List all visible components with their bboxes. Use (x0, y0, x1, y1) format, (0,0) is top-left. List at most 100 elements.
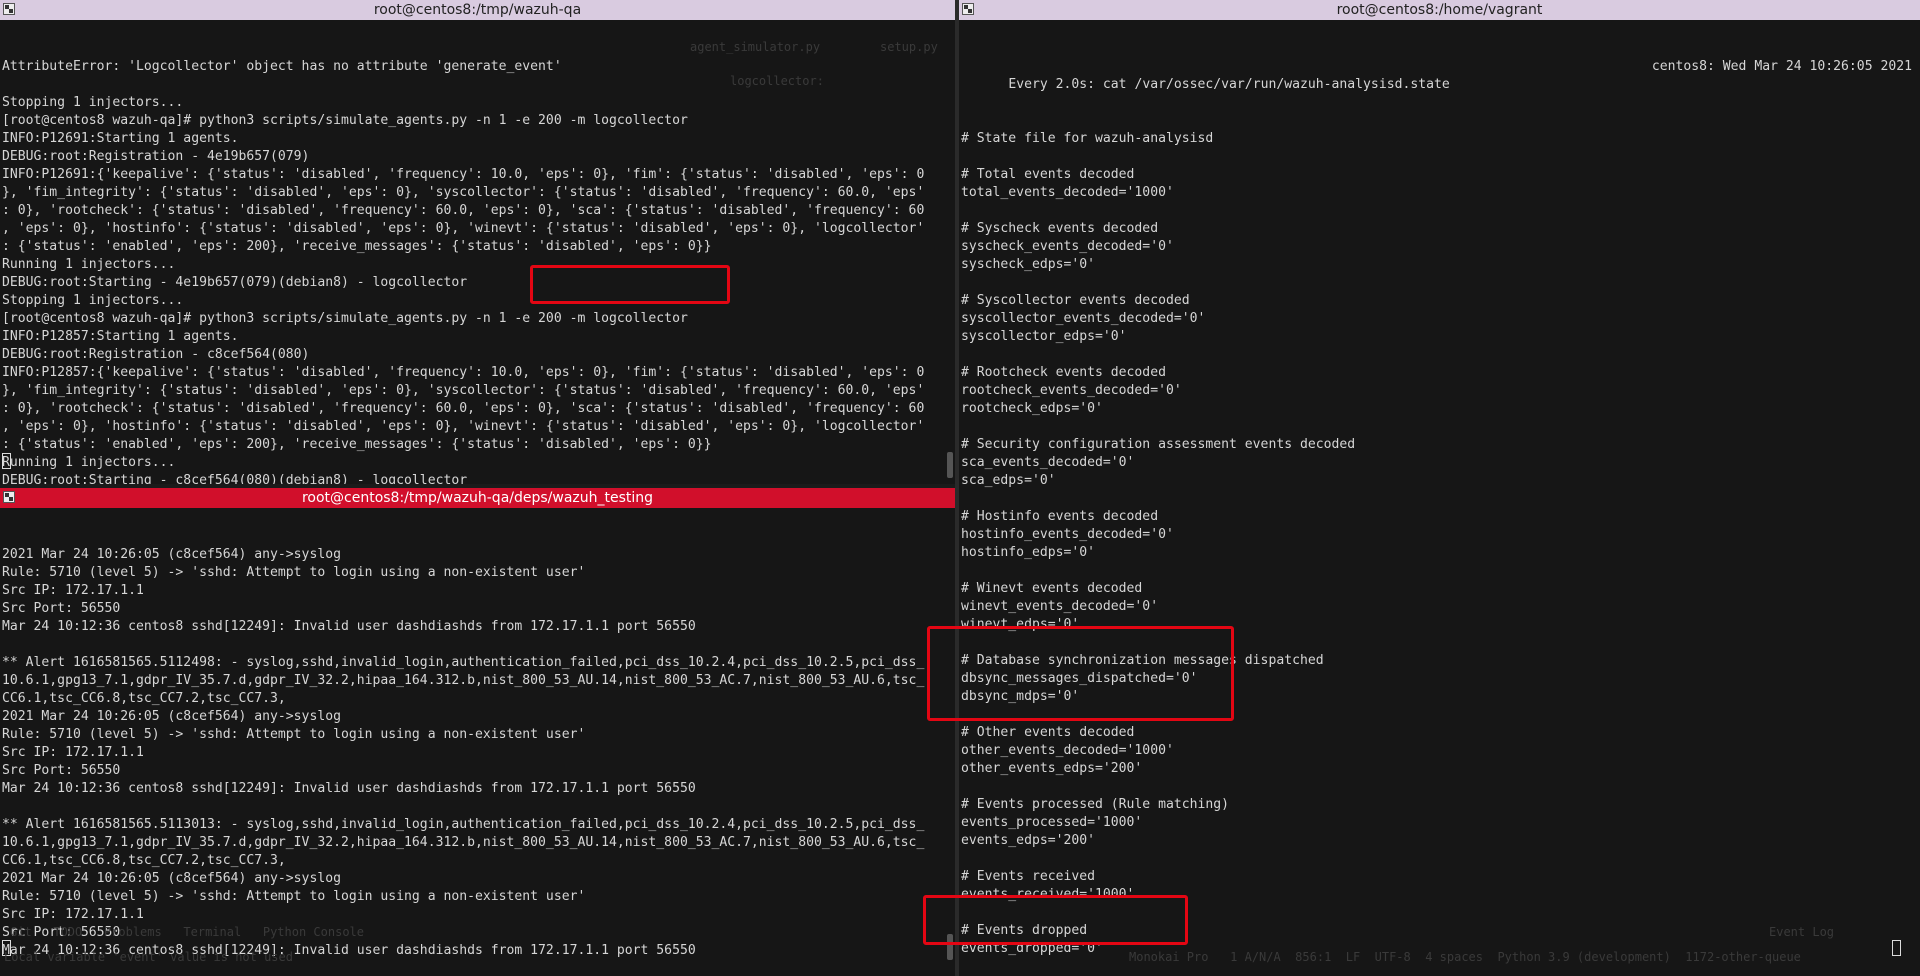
window-menu-icon[interactable] (962, 3, 974, 15)
terminal-titlebar[interactable]: root@centos8:/tmp/wazuh-qa (0, 0, 955, 20)
terminal-line: ** Alert 1616581565.5113013: - syslog,ss… (2, 817, 925, 832)
terminal-line: CC6.1,tsc_CC6.8,tsc_CC7.2,tsc_CC7.3, (2, 853, 286, 868)
terminal-line: rootcheck_events_decoded='0' (961, 383, 1182, 398)
terminal-line: # Rootcheck events decoded (961, 365, 1166, 380)
terminal-line: winevt_events_decoded='0' (961, 599, 1159, 614)
terminal-line: [root@centos8 wazuh-qa]# python3 scripts… (2, 311, 688, 326)
terminal-line: DEBUG:root:Starting - 4e19b657(079)(debi… (2, 275, 468, 290)
terminal-line: Running 1 injectors... (2, 257, 176, 272)
terminal-line: 2021 Mar 24 10:26:05 (c8cef564) any->sys… (2, 871, 341, 886)
background-editor-text: Local variable 'event' value is not used (4, 950, 293, 964)
terminal-right[interactable]: root@centos8:/home/vagrant Monokai Pro 1… (959, 0, 1920, 976)
terminal-line: Rule: 5710 (level 5) -> 'sshd: Attempt t… (2, 565, 586, 580)
terminal-line: : {'status': 'enabled', 'eps': 200}, 're… (2, 239, 712, 254)
terminal-line: other_events_edps='200' (961, 761, 1143, 776)
terminal-line: sca_edps='0' (961, 473, 1056, 488)
terminal-line: Rule: 5710 (level 5) -> 'sshd: Attempt t… (2, 727, 586, 742)
terminal-line: # Syscheck events decoded (961, 221, 1159, 236)
terminal-line: INFO:P12691:Starting 1 agents. (2, 131, 239, 146)
terminal-line: DEBUG:root:Registration - c8cef564(080) (2, 347, 310, 362)
terminal-line: hostinfo_events_decoded='0' (961, 527, 1174, 542)
terminal-titlebar[interactable]: root@centos8:/tmp/wazuh-qa/deps/wazuh_te… (0, 488, 955, 508)
terminal-title: root@centos8:/home/vagrant (1336, 2, 1543, 18)
highlight-eps-arg (530, 265, 730, 304)
terminal-line: CC6.1,tsc_CC6.8,tsc_CC7.2,tsc_CC7.3, (2, 691, 286, 706)
terminal-top-left[interactable]: root@centos8:/tmp/wazuh-qa AttributeErro… (0, 0, 955, 484)
terminal-line: Src Port: 56550 (2, 601, 121, 616)
terminal-line: total_events_decoded='1000' (961, 185, 1174, 200)
terminal-line: # Security configuration assessment even… (961, 437, 1356, 452)
terminal-line: # Events processed (Rule matching) (961, 797, 1230, 812)
highlight-alerts-written (923, 895, 1188, 945)
terminal-line: 2021 Mar 24 10:26:05 (c8cef564) any->sys… (2, 709, 341, 724)
terminal-line: Src IP: 172.17.1.1 (2, 583, 144, 598)
terminal-cursor (1892, 940, 1901, 956)
terminal-line: ** Alert 1616581565.5112498: - syslog,ss… (2, 655, 925, 670)
terminal-line: # Other events decoded (961, 725, 1135, 740)
terminal-line: rootcheck_edps='0' (961, 401, 1103, 416)
background-editor-text: Git TODO Problems Terminal Python Consol… (10, 925, 365, 939)
terminal-output[interactable]: Every 2.0s: cat /var/ossec/var/run/wazuh… (959, 20, 1920, 976)
terminal-line: Running 1 injectors... (2, 455, 176, 470)
terminal-line: [root@centos8 wazuh-qa]# python3 scripts… (2, 113, 688, 128)
window-menu-icon[interactable] (3, 3, 15, 15)
background-editor-tab: agent_simulator.py (690, 40, 821, 54)
terminal-output[interactable]: AttributeError: 'Logcollector' object ha… (0, 20, 955, 484)
terminal-output[interactable]: 2021 Mar 24 10:26:05 (c8cef564) any->sys… (0, 508, 955, 976)
highlight-other-events (927, 626, 1234, 721)
terminal-line: 10.6.1,gpg13_7.1,gdpr_IV_35.7.d,gdpr_IV_… (2, 673, 925, 688)
terminal-line: sca_events_decoded='0' (961, 455, 1135, 470)
terminal-line: DEBUG:root:Registration - 4e19b657(079) (2, 149, 310, 164)
terminal-line: syscollector_edps='0' (961, 329, 1127, 344)
terminal-line: hostinfo_edps='0' (961, 545, 1096, 560)
terminal-line: Src IP: 172.17.1.1 (2, 907, 144, 922)
terminal-line: other_events_decoded='1000' (961, 743, 1174, 758)
terminal-line: DEBUG:root:Starting - c8cef564(080)(debi… (2, 473, 468, 484)
terminal-line: 2021 Mar 24 10:26:05 (c8cef564) any->sys… (2, 547, 341, 562)
terminal-line: # Syscollector events decoded (961, 293, 1190, 308)
terminal-title: root@centos8:/tmp/wazuh-qa/deps/wazuh_te… (301, 490, 654, 506)
terminal-line: 10.6.1,gpg13_7.1,gdpr_IV_35.7.d,gdpr_IV_… (2, 835, 925, 850)
terminal-line: Mar 24 10:12:36 centos8 sshd[12249]: Inv… (2, 619, 696, 634)
terminal-line: # Events received (961, 869, 1096, 884)
terminal-line: # Winevt events decoded (961, 581, 1143, 596)
terminal-line: # Hostinfo events decoded (961, 509, 1159, 524)
terminal-line: events_edps='200' (961, 833, 1096, 848)
terminal-line: , 'eps': 0}, 'hostinfo': {'status': 'dis… (2, 419, 925, 434)
terminal-line: syscollector_events_decoded='0' (961, 311, 1206, 326)
terminal-bottom-left[interactable]: root@centos8:/tmp/wazuh-qa/deps/wazuh_te… (0, 488, 955, 976)
terminal-line: INFO:P12857:{'keepalive': {'status': 'di… (2, 365, 925, 380)
terminal-line: Src Port: 56550 (2, 763, 121, 778)
terminal-title: root@centos8:/tmp/wazuh-qa (373, 2, 582, 18)
terminal-line: : 0}, 'rootcheck': {'status': 'disabled'… (2, 401, 925, 416)
terminal-scrollbar[interactable] (947, 452, 953, 478)
terminal-line: }, 'fim_integrity': {'status': 'disabled… (2, 383, 925, 398)
terminal-line: # Total events decoded (961, 167, 1135, 182)
terminal-titlebar[interactable]: root@centos8:/home/vagrant (959, 0, 1920, 20)
terminal-line: Stopping 1 injectors... (2, 95, 184, 110)
terminal-line: INFO:P12857:Starting 1 agents. (2, 329, 239, 344)
terminal-line: Mar 24 10:12:36 centos8 sshd[12249]: Inv… (2, 781, 696, 796)
terminal-cursor (2, 453, 11, 469)
watch-command: Every 2.0s: cat /var/ossec/var/run/wazuh… (1008, 77, 1450, 92)
terminal-line: }, 'fim_integrity': {'status': 'disabled… (2, 185, 925, 200)
watch-timestamp: centos8: Wed Mar 24 10:26:05 2021 (1651, 59, 1912, 74)
terminal-line: syscheck_edps='0' (961, 257, 1096, 272)
window-menu-icon[interactable] (3, 491, 15, 503)
background-editor-text: logcollector: (730, 74, 824, 88)
terminal-line: Stopping 1 injectors... (2, 293, 184, 308)
terminal-line: syscheck_events_decoded='0' (961, 239, 1174, 254)
terminal-line: # State file for wazuh-analysisd (961, 131, 1214, 146)
terminal-line: : 0}, 'rootcheck': {'status': 'disabled'… (2, 203, 925, 218)
terminal-line: Rule: 5710 (level 5) -> 'sshd: Attempt t… (2, 889, 586, 904)
